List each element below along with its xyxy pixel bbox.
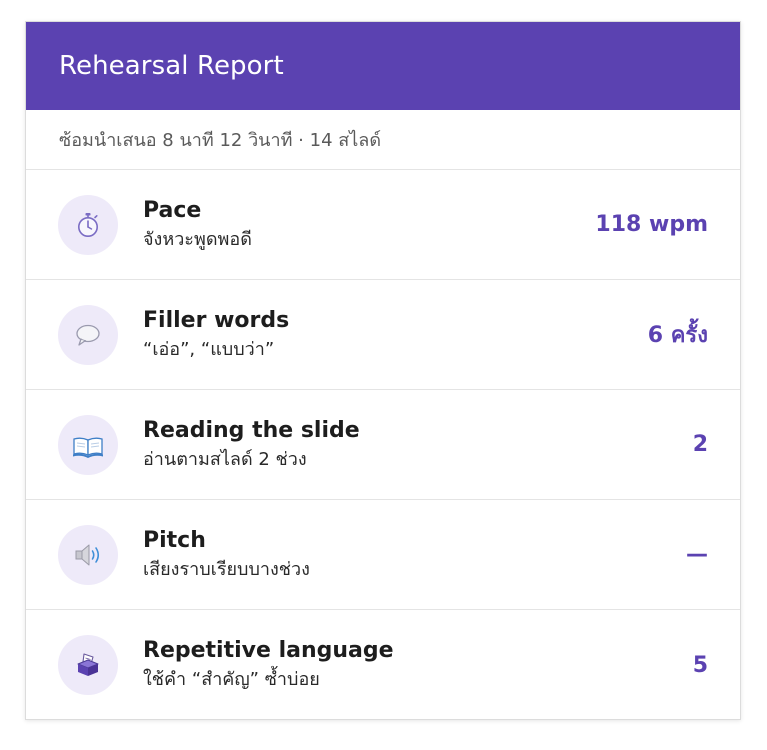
metric-value-repetitive-language: 5 <box>692 652 708 678</box>
metric-row-pace[interactable]: Pace จังหวะพูดพอดี 118 wpm <box>26 170 740 280</box>
metric-title-repetitive-language: Repetitive language <box>143 638 394 663</box>
metric-value-filler-words: 6 ครั้ง <box>647 323 708 348</box>
speech-bubble-icon <box>58 304 118 365</box>
report-header: Rehearsal Report <box>26 22 740 110</box>
metric-desc-pace: จังหวะพูดพอดี <box>143 228 252 250</box>
stopwatch-icon <box>58 194 118 255</box>
speaker-icon <box>58 524 118 585</box>
metric-desc-filler-words: “เอ่อ”, “แบบว่า” <box>143 338 275 360</box>
metric-row-repetitive-language[interactable]: Repetitive language ใช้คำ “สำคัญ” ซ้ำบ่อ… <box>26 610 740 720</box>
metric-title-pace: Pace <box>143 197 202 223</box>
metric-value-pace: 118 wpm <box>595 212 708 237</box>
metric-value-pitch: — <box>686 542 708 567</box>
metric-title-pitch: Pitch <box>143 527 206 553</box>
metric-title-filler-words: Filler words <box>143 307 290 333</box>
metric-title-reading-the-slide: Reading the slide <box>143 417 360 443</box>
metric-row-pitch[interactable]: Pitch เสียงราบเรียบบางช่วง — <box>26 500 740 610</box>
metric-row-filler-words[interactable]: Filler words “เอ่อ”, “แบบว่า” 6 ครั้ง <box>26 280 740 390</box>
report-title: Rehearsal Report <box>59 51 284 81</box>
ballot-box-icon <box>58 635 118 695</box>
metric-row-reading-the-slide[interactable]: Reading the slide อ่านตามสไลด์ 2 ช่วง 2 <box>26 390 740 500</box>
metric-value-reading-the-slide: 2 <box>692 432 708 457</box>
metric-desc-reading-the-slide: อ่านตามสไลด์ 2 ช่วง <box>143 448 307 470</box>
open-book-icon <box>58 414 118 475</box>
rehearsal-summary: ซ้อมนำเสนอ 8 นาที 12 วินาที · 14 สไลด์ <box>26 110 740 170</box>
metric-desc-repetitive-language: ใช้คำ “สำคัญ” ซ้ำบ่อย <box>143 669 320 690</box>
rehearsal-report-card: Rehearsal Report ซ้อมนำเสนอ 8 นาที 12 วิ… <box>25 21 741 720</box>
metric-desc-pitch: เสียงราบเรียบบางช่วง <box>143 558 310 580</box>
